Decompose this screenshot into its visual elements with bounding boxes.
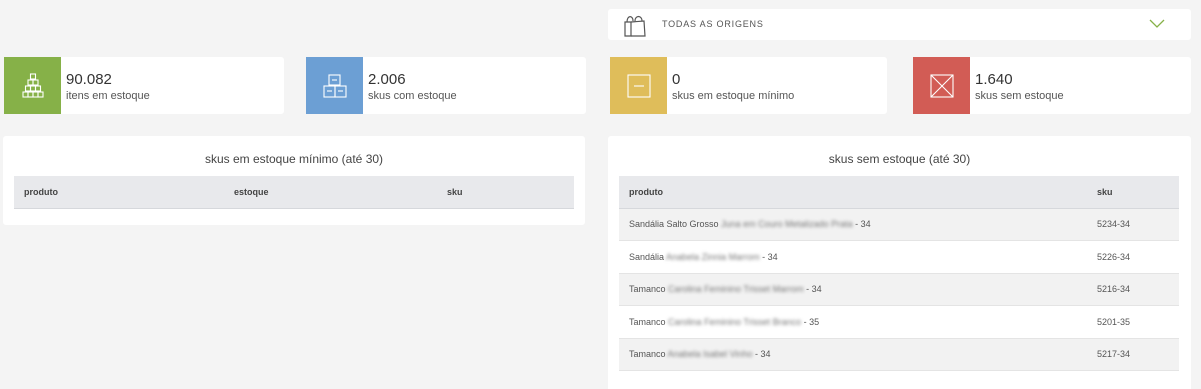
product-name-prefix: Sandália Salto Grosso bbox=[629, 219, 719, 230]
stacked-boxes-icon bbox=[21, 72, 44, 98]
table-row[interactable]: Tamanco Carolina Feminino Trisset Branco… bbox=[619, 305, 1179, 339]
product-cell: Tamanco Carolina Feminino Trisset Branco… bbox=[619, 305, 1087, 339]
table-header-row: produto sku bbox=[619, 176, 1179, 209]
column-header-sku[interactable]: sku bbox=[1087, 176, 1179, 209]
empty-box-icon bbox=[929, 73, 954, 98]
product-name-suffix: - 34 bbox=[754, 349, 771, 360]
stat-tile bbox=[4, 57, 61, 114]
sku-cell: 5234-34 bbox=[1087, 208, 1179, 241]
shopping-bag-icon bbox=[624, 15, 646, 37]
origin-select-label: TODAS AS ORIGENS bbox=[662, 19, 764, 29]
product-cell: Tamanco Anabela Isabel Vinho - 34 bbox=[619, 338, 1087, 371]
stat-tile bbox=[913, 57, 970, 114]
origin-select[interactable]: TODAS AS ORIGENS bbox=[608, 9, 1191, 40]
stat-value: 2.006 bbox=[368, 71, 406, 88]
column-header-produto[interactable]: produto bbox=[14, 176, 224, 209]
product-name-blurred: Carolina Feminino Trisset Branco bbox=[668, 316, 802, 327]
product-cell: Sandália Salto Grosso Juna em Couro Meta… bbox=[619, 208, 1087, 241]
table-header-row: produto estoque sku bbox=[14, 176, 574, 209]
stat-label: itens em estoque bbox=[66, 90, 150, 102]
product-name-blurred: Anabela Zinnia Marrom bbox=[666, 251, 760, 262]
no-stock-table: produto sku Sandália Salto Grosso Juna e… bbox=[619, 176, 1179, 371]
table-row[interactable]: Tamanco Anabela Isabel Vinho - 34 5217-3… bbox=[619, 338, 1179, 371]
product-name-suffix: - 34 bbox=[855, 219, 871, 230]
table-row[interactable]: Sandália Salto Grosso Juna em Couro Meta… bbox=[619, 208, 1179, 241]
stat-card-skus-min-stock: 0 skus em estoque mínimo bbox=[610, 57, 887, 114]
min-stock-panel: skus em estoque mínimo (até 30) produto … bbox=[3, 136, 585, 225]
sku-cell: 5201-35 bbox=[1087, 305, 1179, 339]
stat-card-skus-no-stock: 1.640 skus sem estoque bbox=[913, 57, 1191, 114]
stat-tile bbox=[610, 57, 667, 114]
product-name-prefix: Sandália bbox=[629, 251, 665, 262]
stat-label: skus sem estoque bbox=[975, 90, 1064, 102]
table-row[interactable]: Tamanco Carolina Feminino Trisset Marrom… bbox=[619, 273, 1179, 306]
panel-title: skus em estoque mínimo (até 30) bbox=[204, 152, 384, 166]
stat-label: skus com estoque bbox=[368, 90, 457, 102]
sku-cell: 5226-34 bbox=[1087, 240, 1179, 274]
stat-value: 0 bbox=[672, 71, 681, 88]
product-name-suffix: - 35 bbox=[803, 316, 820, 327]
panel-title: skus sem estoque (até 30) bbox=[828, 152, 971, 166]
product-name-prefix: Tamanco bbox=[629, 284, 666, 295]
column-header-sku[interactable]: sku bbox=[437, 176, 574, 209]
stat-card-items-in-stock: 90.082 itens em estoque bbox=[4, 57, 284, 114]
product-name-suffix: - 34 bbox=[762, 251, 778, 262]
stat-card-skus-with-stock: 2.006 skus com estoque bbox=[306, 57, 586, 114]
table-row[interactable]: Sandália Anabela Zinnia Marrom - 34 5226… bbox=[619, 240, 1179, 274]
chevron-down-icon[interactable] bbox=[1149, 18, 1165, 30]
product-name-prefix: Tamanco bbox=[629, 316, 666, 327]
column-header-estoque[interactable]: estoque bbox=[224, 176, 437, 209]
product-cell: Tamanco Carolina Feminino Trisset Marrom… bbox=[619, 273, 1087, 306]
product-name-blurred: Juna em Couro Metalizado Prata bbox=[721, 219, 853, 230]
minimum-box-icon bbox=[626, 73, 651, 98]
stat-tile bbox=[306, 57, 363, 114]
product-name-blurred: Anabela Isabel Vinho bbox=[667, 349, 753, 360]
stat-label: skus em estoque mínimo bbox=[672, 90, 795, 102]
product-cell: Sandália Anabela Zinnia Marrom - 34 bbox=[619, 240, 1087, 274]
stat-value: 1.640 bbox=[975, 71, 1013, 88]
stat-value: 90.082 bbox=[66, 71, 112, 88]
sku-cell: 5216-34 bbox=[1087, 273, 1179, 306]
column-header-produto[interactable]: produto bbox=[619, 176, 1087, 209]
product-name-blurred: Carolina Feminino Trisset Marrom bbox=[668, 284, 804, 295]
no-stock-panel: skus sem estoque (até 30) produto sku Sa… bbox=[608, 136, 1191, 389]
boxes-icon bbox=[322, 73, 347, 98]
product-name-suffix: - 34 bbox=[806, 284, 822, 295]
sku-cell: 5217-34 bbox=[1087, 338, 1179, 371]
product-name-prefix: Tamanco bbox=[629, 349, 666, 360]
min-stock-table: produto estoque sku bbox=[14, 176, 574, 209]
